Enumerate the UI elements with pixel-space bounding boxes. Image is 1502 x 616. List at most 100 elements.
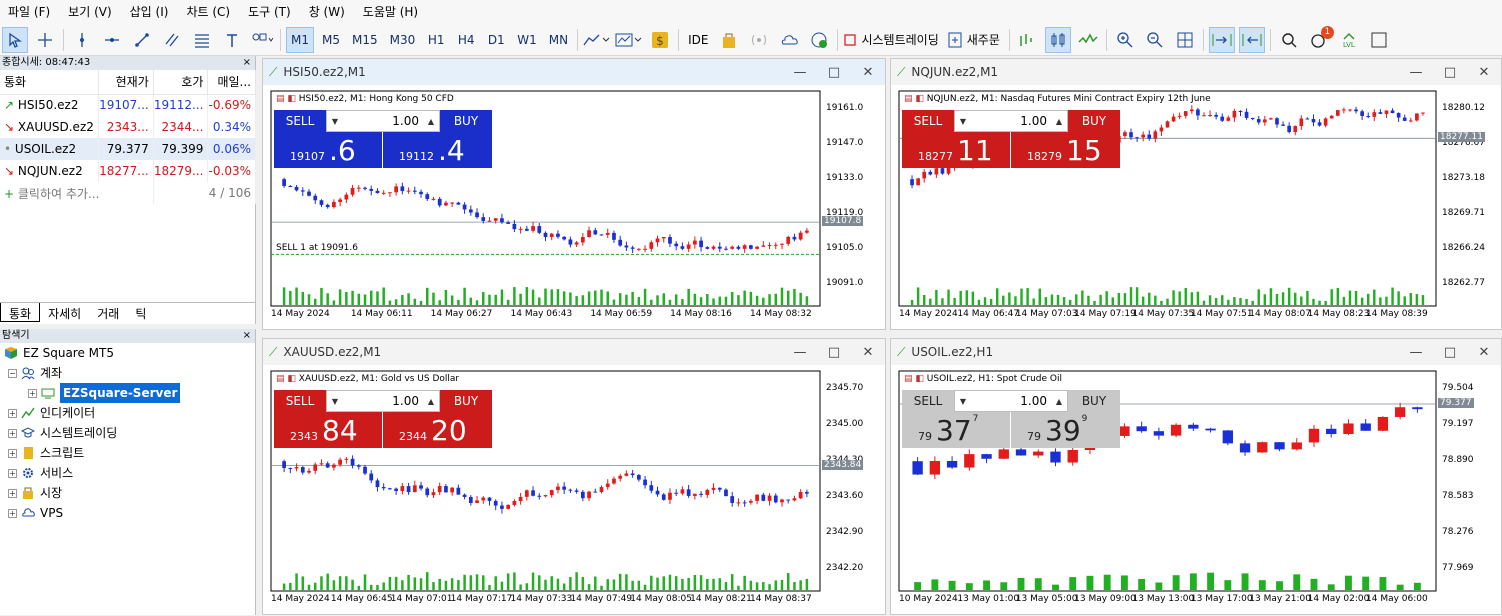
bid-price-display[interactable]: 19107 .6 [274, 132, 383, 168]
timeframe-m5[interactable]: M5 [318, 27, 344, 53]
chart-indicator-icon[interactable]: ◧ [915, 374, 924, 384]
chart-indicator-icon[interactable]: ◧ [287, 374, 296, 384]
sell-button[interactable]: SELL [274, 390, 326, 412]
column-header-daily-change[interactable]: 매일... [207, 70, 256, 95]
sell-button[interactable]: SELL [274, 110, 326, 132]
lot-size-stepper[interactable]: ▼ 1.00 ▲ [326, 390, 440, 412]
menu-tools[interactable]: 도구 (T) [242, 0, 303, 24]
table-row[interactable]: • USOIL.ez2 79.377 79.399 0.06% [0, 138, 256, 160]
timeframe-w1[interactable]: W1 [513, 27, 541, 53]
timeframe-mn[interactable]: MN [545, 27, 572, 53]
navigator-item-vps[interactable]: + VPS [0, 503, 255, 523]
chart-window[interactable]: ⟋ NQJUN.ez2,M1 — □ ✕ 18280.12 18276.67 1827… [890, 58, 1502, 330]
bid-price-display[interactable]: 79 37 7 [902, 412, 1011, 448]
chart-menu-icon[interactable]: ▤ [276, 374, 285, 384]
lot-increase-icon[interactable]: ▲ [423, 397, 439, 406]
dollar-icon[interactable]: $ [647, 27, 673, 53]
navigator-item-market[interactable]: + 시장 [0, 483, 255, 503]
expand-icon[interactable]: + [8, 428, 17, 438]
tile-windows-icon[interactable] [1172, 27, 1198, 53]
chart-indicator-icon[interactable]: ◧ [915, 94, 924, 104]
lot-size-stepper[interactable]: ▼ 1.00 ▲ [954, 110, 1068, 132]
tab-symbols[interactable]: 통화 [0, 303, 41, 322]
timeframe-h4[interactable]: H4 [453, 27, 479, 53]
zoom-out-icon[interactable] [1142, 27, 1168, 53]
lot-size-value[interactable]: 1.00 [343, 394, 423, 408]
search-icon[interactable] [1276, 27, 1302, 53]
expand-icon[interactable]: + [8, 448, 17, 458]
lot-size-value[interactable]: 1.00 [343, 114, 423, 128]
lot-decrease-icon[interactable]: ▼ [955, 117, 971, 126]
menu-view[interactable]: 보기 (V) [62, 0, 123, 24]
lot-decrease-icon[interactable]: ▼ [955, 397, 971, 406]
cloud-icon[interactable] [776, 27, 802, 53]
ide-button[interactable]: IDE [684, 27, 712, 53]
table-row[interactable]: ↘ NQJUN.ez2 18277... 18279... -0.03% [0, 160, 256, 182]
timeframe-m15[interactable]: M15 [348, 27, 382, 53]
timeframe-d1[interactable]: D1 [483, 27, 509, 53]
timeframe-m1[interactable]: M1 [286, 26, 314, 53]
close-icon[interactable]: × [243, 329, 255, 343]
timeframe-h1[interactable]: H1 [423, 27, 449, 53]
text-icon[interactable] [219, 27, 245, 53]
shapes-icon[interactable] [249, 27, 275, 53]
expand-icon[interactable]: + [28, 388, 37, 398]
tab-details[interactable]: 자세히 [40, 303, 89, 322]
lot-size-stepper[interactable]: ▼ 1.00 ▲ [954, 390, 1068, 412]
buy-button[interactable]: BUY [1068, 390, 1120, 412]
menu-window[interactable]: 창 (W) [303, 0, 357, 24]
ask-price-display[interactable]: 19112 .4 [383, 132, 492, 168]
vps-icon[interactable] [806, 27, 832, 53]
account-panel-icon[interactable] [1366, 27, 1392, 53]
navigator-root[interactable]: EZ Square MT5 [0, 343, 255, 363]
navigator-item-indicators[interactable]: + 인디케이터 [0, 403, 255, 423]
expand-icon[interactable]: + [8, 468, 17, 478]
depth-icon[interactable] [1015, 27, 1041, 53]
channel-icon[interactable] [159, 27, 185, 53]
lot-size-value[interactable]: 1.00 [971, 114, 1051, 128]
table-row[interactable]: ↘ XAUUSD.ez2 2343... 2344... 0.34% [0, 116, 256, 138]
notifications-icon[interactable]: 1 [1306, 25, 1334, 53]
candles-icon[interactable] [1044, 26, 1071, 53]
expand-icon[interactable]: + [8, 508, 17, 518]
chart-menu-icon[interactable]: ▤ [276, 94, 285, 104]
buy-button[interactable]: BUY [1068, 110, 1120, 132]
tab-ticks[interactable]: 틱 [127, 303, 154, 322]
ask-price-display[interactable]: 18279 15 [1011, 132, 1120, 168]
buy-button[interactable]: BUY [440, 390, 492, 412]
zoom-in-icon[interactable] [1112, 27, 1138, 53]
chart-window[interactable]: ⟋ USOIL.ez2,H1 — □ ✕ 79.504 79.197 78.890 78… [890, 338, 1502, 615]
ask-price-display[interactable]: 79 39 9 [1011, 412, 1120, 448]
horizontal-line-icon[interactable] [99, 27, 125, 53]
crosshair-icon[interactable] [32, 27, 58, 53]
line-chart-icon[interactable] [1075, 27, 1101, 53]
market-bag-icon[interactable] [716, 27, 742, 53]
navigator-item-services[interactable]: + 서비스 [0, 463, 255, 483]
fibonacci-icon[interactable] [189, 27, 215, 53]
column-header-ask[interactable]: 호가 [153, 70, 209, 95]
algo-trading-button[interactable]: 시스템트레이딩 [843, 27, 942, 53]
lot-decrease-icon[interactable]: ▼ [327, 117, 343, 126]
autoscroll-icon[interactable] [1208, 26, 1235, 53]
navigator-item-accounts[interactable]: − 계좌 [0, 363, 255, 383]
tab-trading[interactable]: 거래 [89, 303, 127, 322]
menu-insert[interactable]: 삽입 (I) [124, 0, 181, 24]
lot-decrease-icon[interactable]: ▼ [327, 397, 343, 406]
sell-button[interactable]: SELL [902, 110, 954, 132]
chart-window[interactable]: ⟋XAUUSD.ez2,M1 — □ ✕ 2345.702345.002344.… [262, 338, 886, 615]
navigator-item-server[interactable]: + EZSquare-Server [0, 383, 255, 403]
buy-button[interactable]: BUY [440, 110, 492, 132]
lot-increase-icon[interactable]: ▲ [423, 117, 439, 126]
column-header-bid[interactable]: 현재가 [98, 70, 154, 95]
chart-shift-icon[interactable] [1238, 26, 1265, 53]
vertical-line-icon[interactable] [69, 27, 95, 53]
cursor-icon[interactable] [2, 26, 28, 53]
expand-icon[interactable]: + [8, 408, 17, 418]
indicators-icon[interactable] [615, 27, 643, 53]
bid-price-display[interactable]: 2343 84 [274, 412, 383, 448]
ask-price-display[interactable]: 2344 20 [383, 412, 492, 448]
lot-size-stepper[interactable]: ▼ 1.00 ▲ [326, 110, 440, 132]
chart-type-icon[interactable] [583, 27, 611, 53]
lot-increase-icon[interactable]: ▲ [1051, 117, 1067, 126]
menu-file[interactable]: 파일 (F) [2, 0, 62, 24]
